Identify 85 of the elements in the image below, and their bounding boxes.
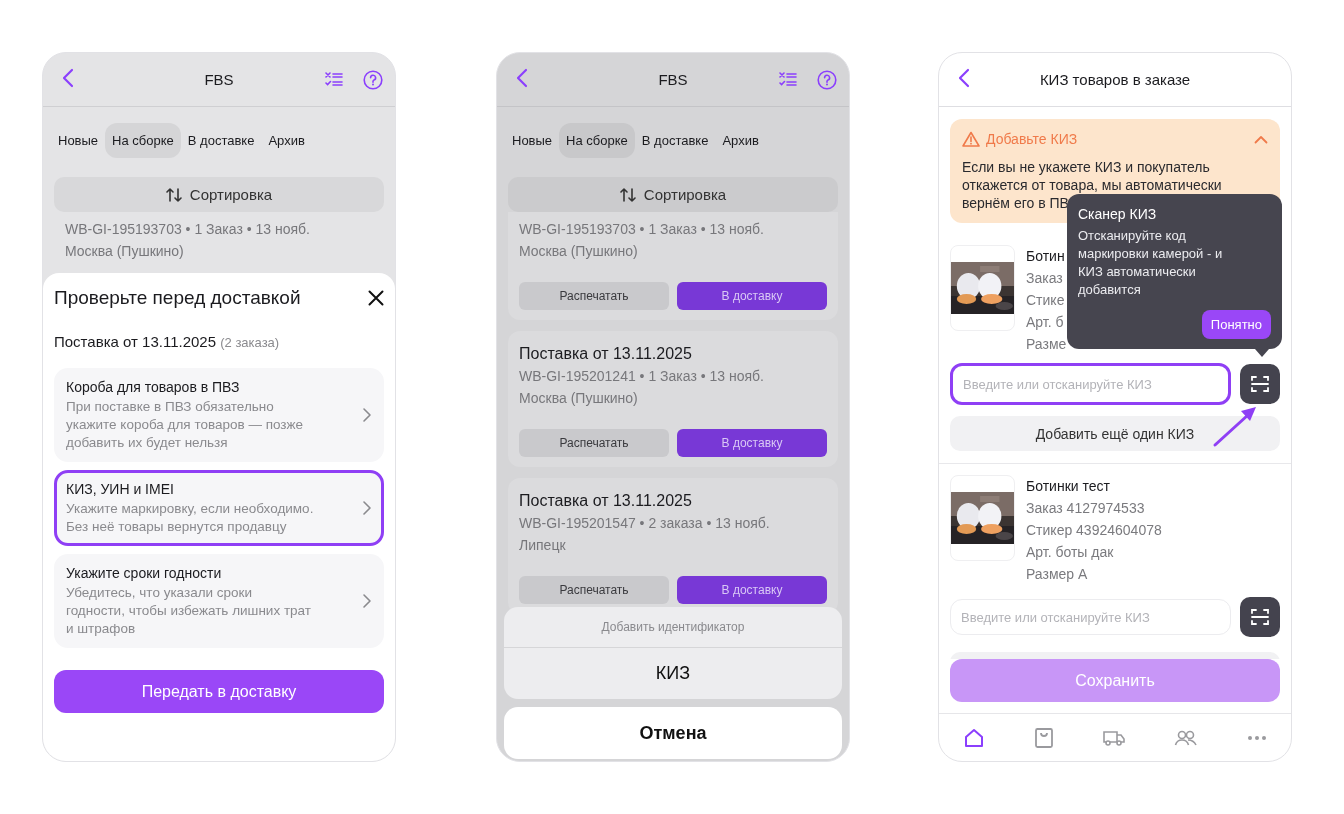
action-sheet-caption: Добавить идентификатор [504,607,842,648]
chevron-up-icon[interactable] [1254,134,1268,144]
option-title: Укажите сроки годности [66,564,223,582]
action-item[interactable]: КИЗ [504,648,842,699]
order-meta: WB-GI-195201547 • 2 заказа • 13 нояб. [519,514,771,533]
back-icon[interactable] [957,67,971,88]
sort-button[interactable]: Сортировка [508,177,838,212]
option-title: КИЗ, УИН и IMEI [66,480,175,498]
home-icon[interactable] [963,726,986,749]
size-text: Разме [1026,335,1067,354]
option-description: Убедитесь, что указали сроки годности, чтобы избежать лишних трат и штрафов [66,584,312,638]
print-button[interactable]: Распечатать [519,429,669,457]
tab[interactable]: Архив [261,123,312,158]
screen-title: КИЗ товаров в заказе [1038,71,1192,88]
warning-title: Добавьте КИЗ [986,131,1079,147]
chevron-right-icon [362,407,372,423]
sticker-number: Стикер 43924604078 [1026,521,1162,540]
order-title: Поставка от 13.11.2025 [519,491,693,511]
chevron-right-icon [362,593,372,609]
tab[interactable]: В доставке [634,123,716,158]
checklist-option[interactable]: Укажите сроки годности Убедитесь, что указали сроки годности, чтобы избежать лишних трат и штрафов [54,554,384,648]
tooltip-text: Отсканируйте код маркировки камерой - и КИЗ автоматически добавится [1078,227,1224,299]
product-name: Ботин [1026,247,1066,266]
tab[interactable]: На сборке [105,123,181,158]
deliver-button[interactable]: В доставку [677,576,827,604]
sort-icon [165,187,182,202]
print-button[interactable]: Распечатать [519,282,669,310]
option-title: Короба для товаров в ПВЗ [66,378,241,396]
order-number: Заказ 4127974533 [1026,499,1146,518]
order-city: Москва (Пушкино) [519,242,639,261]
help-icon[interactable] [817,69,837,90]
more-icon[interactable] [1246,734,1267,741]
kiz-input-field[interactable]: Введите или отсканируйте КИЗ [950,363,1231,405]
cancel-button[interactable]: Отмена [504,707,842,759]
deliver-button[interactable]: В доставку [677,429,827,457]
chevron-right-icon [362,500,372,516]
scan-button[interactable] [1240,364,1280,404]
deliver-button[interactable]: Передать в доставку [54,670,384,713]
add-kiz-button[interactable]: Добавить ещё один КИЗ [950,416,1280,451]
checklist-option[interactable]: КИЗ, УИН и IMEI Укажите маркировку, если необходимо. Без неё товары вернутся продавцу [54,470,384,546]
tab[interactable]: В доставке [180,123,262,158]
order-title: Поставка от 13.11.2025 [519,344,693,364]
tab[interactable]: Архив [715,123,766,158]
supply-heading: Поставка от 13.11.2025 (2 заказа) [54,332,281,352]
sort-button[interactable]: Сортировка [54,177,384,212]
back-icon[interactable] [61,67,75,88]
checklist-icon[interactable] [325,70,343,89]
tab[interactable]: Новые [505,123,560,158]
print-button[interactable]: Распечатать [519,576,669,604]
tab[interactable]: Новые [51,123,106,158]
warning-icon [962,131,980,147]
scan-button[interactable] [1240,597,1280,637]
truck-icon[interactable] [1101,728,1126,747]
article-text: Арт. б [1026,313,1065,332]
option-description: При поставке в ПВЗ обязательно укажите короба для товаров — позже добавить их будет нельзя [66,398,305,452]
product-name: Ботинки тест [1026,477,1111,496]
order-number: Заказ [1026,269,1064,288]
pointer-arrow [1211,404,1259,448]
tooltip-title: Сканер КИЗ [1078,205,1158,224]
size-text: Размер А [1026,565,1089,584]
option-description: Укажите маркировку, если необходимо. Без неё товары вернутся продавцу [66,500,314,536]
checklist-icon[interactable] [779,70,797,89]
article-text: Арт. боты дак [1026,543,1115,562]
sheet-title: Проверьте перед доставкой [54,287,301,309]
close-icon[interactable] [368,290,384,306]
order-meta: WB-GI-195193703 • 1 Заказ • 13 нояб. [519,220,765,239]
order-city: Москва (Пушкино) [65,242,185,261]
scan-icon [1251,608,1269,626]
back-icon[interactable] [515,67,529,88]
help-icon[interactable] [363,69,383,90]
scan-icon [1251,375,1269,393]
order-city: Липецк [519,536,567,555]
screen-title: FBS [657,71,689,88]
order-meta: WB-GI-195201241 • 1 Заказ • 13 нояб. [519,367,765,386]
sort-icon [619,187,636,202]
tab[interactable]: На сборке [559,123,635,158]
got-it-button[interactable]: Понятно [1201,310,1271,339]
bag-icon[interactable] [1033,726,1054,749]
sticker-number: Стике [1026,291,1066,310]
order-meta: WB-GI-195193703 • 1 Заказ • 13 нояб. [65,220,311,239]
people-icon[interactable] [1174,728,1199,747]
deliver-button[interactable]: В доставку [677,282,827,310]
screen-title: FBS [203,71,235,88]
order-city: Москва (Пушкино) [519,389,639,408]
checklist-option[interactable]: Короба для товаров в ПВЗ При поставке в ПВЗ обязательно укажите короба для товаров — позже добавить их будет нельзя [54,368,384,462]
